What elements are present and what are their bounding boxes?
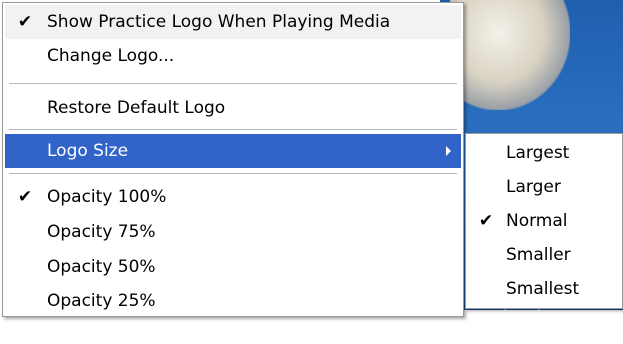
menu-item-label: Opacity 100% bbox=[47, 187, 167, 207]
menu-item-opacity-75[interactable]: Opacity 75% bbox=[5, 215, 461, 249]
check-icon: ✔ bbox=[478, 211, 494, 231]
menu-item-label: Opacity 25% bbox=[47, 291, 156, 311]
context-menu: ✔ Show Practice Logo When Playing Media … bbox=[2, 2, 464, 317]
check-icon: ✔ bbox=[17, 187, 33, 207]
menu-item-logo-size[interactable]: Logo Size bbox=[5, 134, 461, 168]
menu-item-opacity-100[interactable]: ✔ Opacity 100% bbox=[5, 180, 461, 214]
logo-size-submenu: Largest Larger ✔ Normal Smaller Smallest bbox=[465, 133, 623, 309]
submenu-item-label: Largest bbox=[506, 143, 570, 163]
submenu-item-label: Smaller bbox=[506, 245, 571, 265]
submenu-item-label: Larger bbox=[506, 177, 561, 197]
submenu-item-larger[interactable]: Larger bbox=[468, 170, 618, 204]
menu-item-label: Opacity 75% bbox=[47, 222, 156, 242]
submenu-item-label: Normal bbox=[506, 211, 568, 231]
check-icon: ✔ bbox=[17, 12, 33, 32]
background-teeth-image bbox=[450, 0, 570, 110]
submenu-item-smallest[interactable]: Smallest bbox=[468, 272, 618, 306]
menu-separator bbox=[9, 129, 457, 131]
menu-item-restore-default-logo[interactable]: Restore Default Logo bbox=[5, 91, 461, 125]
menu-item-label: Opacity 50% bbox=[47, 257, 156, 277]
menu-item-show-practice-logo[interactable]: ✔ Show Practice Logo When Playing Media bbox=[5, 5, 461, 39]
menu-item-label: Restore Default Logo bbox=[47, 98, 226, 118]
submenu-item-normal[interactable]: ✔ Normal bbox=[468, 204, 618, 238]
submenu-item-largest[interactable]: Largest bbox=[468, 136, 618, 170]
chevron-right-icon bbox=[446, 146, 451, 156]
menu-item-opacity-25[interactable]: Opacity 25% bbox=[5, 284, 461, 318]
submenu-item-smaller[interactable]: Smaller bbox=[468, 238, 618, 272]
menu-item-change-logo[interactable]: Change Logo... bbox=[5, 39, 461, 73]
menu-item-label: Show Practice Logo When Playing Media bbox=[47, 12, 391, 32]
submenu-item-label: Smallest bbox=[506, 279, 580, 299]
menu-separator bbox=[9, 83, 457, 85]
menu-item-opacity-50[interactable]: Opacity 50% bbox=[5, 250, 461, 284]
menu-item-label: Logo Size bbox=[47, 141, 129, 161]
menu-item-label: Change Logo... bbox=[47, 46, 175, 66]
menu-separator bbox=[9, 173, 457, 175]
